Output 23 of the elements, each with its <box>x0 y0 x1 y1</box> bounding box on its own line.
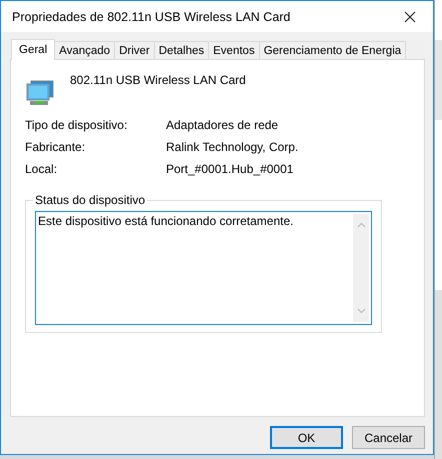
status-text: Este dispositivo está funcionando corretamente. <box>37 213 294 230</box>
tab[interactable]: Gerenciamento de Energia <box>260 41 406 59</box>
property-value: Adaptadores de rede <box>166 118 280 132</box>
dialog-button[interactable]: Cancelar <box>352 426 425 449</box>
scroll-up-icon[interactable] <box>356 222 366 228</box>
scrollbar[interactable] <box>353 214 369 322</box>
tab[interactable]: Geral <box>11 39 56 60</box>
tab[interactable]: Detalhes <box>154 41 210 59</box>
property-value: Ralink Technology, Corp. <box>166 140 300 154</box>
close-icon <box>404 10 416 22</box>
property-value: Port_#0001.Hub_#0001 <box>166 162 294 176</box>
scroll-down-icon[interactable] <box>356 308 366 314</box>
tab[interactable]: Eventos <box>209 41 260 59</box>
status-text-box[interactable]: Este dispositivo está funcionando corretamente. <box>35 211 372 325</box>
device-name: 802.11n USB Wireless LAN Card <box>70 73 246 87</box>
property-label: Tipo de dispositivo: <box>25 118 128 132</box>
dialog-button[interactable]: OK <box>270 426 343 449</box>
window-title: Propriedades de 802.11n USB Wireless LAN Card <box>12 10 292 24</box>
group-title: Status do dispositivo <box>33 193 148 207</box>
tab[interactable]: Driver <box>115 41 155 59</box>
property-label: Fabricante: <box>25 140 86 154</box>
property-label: Local: <box>25 162 58 176</box>
tab[interactable]: Avançado <box>55 41 116 59</box>
